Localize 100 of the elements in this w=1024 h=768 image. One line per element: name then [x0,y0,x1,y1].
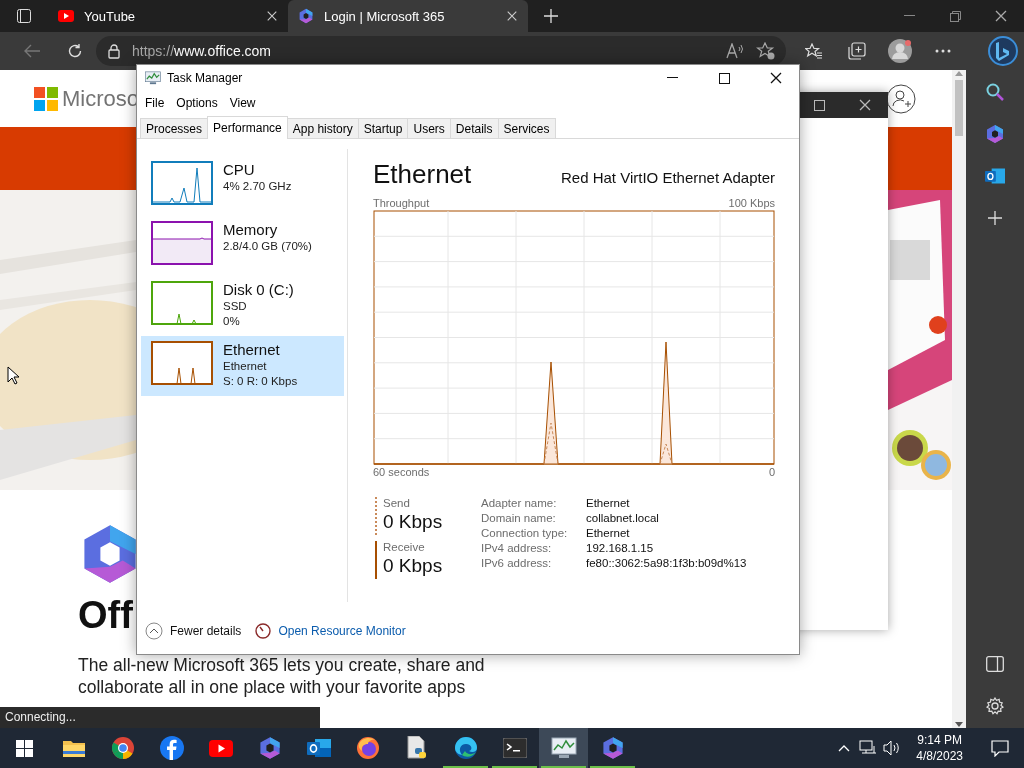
menu-item[interactable]: View [223,94,262,112]
hexagon-logo-icon [257,736,282,760]
resource-detail: SSD [223,299,248,314]
resource-name: Disk 0 (C:) [223,281,294,299]
minimize-icon [903,15,915,17]
detail-title: Ethernet [373,159,472,190]
property-label: Domain name: [481,512,557,524]
status-text: Connecting... [0,707,320,728]
page-heading: Off [78,593,133,638]
property-label: IPv6 address: [481,557,553,569]
pointer-icon [7,366,19,385]
settings-icon[interactable] [986,697,1004,715]
monitor-chart-icon [550,737,577,759]
stat-value: 0 Kbps [383,554,444,578]
tab[interactable]: App history [286,118,359,138]
round-browser-icon [111,737,134,759]
clock-time: 9:14 PM [917,732,962,748]
close-icon [506,10,518,22]
tab[interactable]: Services [497,118,556,138]
scrollbar[interactable] [952,70,966,728]
resource-detail: 0% [223,314,241,329]
favorites-icon[interactable] [804,43,823,59]
back-icon[interactable] [23,44,40,58]
resource-name: Memory [223,221,279,239]
maximize-icon [718,72,730,84]
axis-label: 100 Kbps [728,196,775,210]
fox-browser-icon [355,736,380,760]
stat-label: Receive [383,541,426,553]
graph-title: Throughput [373,196,430,210]
resource-detail: 2.8/4.0 GB (70%) [223,239,312,254]
monitor-chart-icon [145,71,161,85]
tab[interactable]: Users [407,118,451,138]
browser-tab[interactable]: YouTube [48,0,288,32]
resource-item[interactable]: CPU 4% 2.70 GHz [141,156,344,216]
read-aloud-icon[interactable] [726,43,744,59]
resource-item[interactable]: Disk 0 (C:) SSD 0% [141,276,344,336]
resource-name: CPU [223,161,256,179]
lock-icon [108,43,120,59]
stat-label: Send [383,497,411,509]
restore-icon[interactable] [949,10,961,22]
axis-label: 0 [768,465,775,479]
add-favorite-icon[interactable] [756,42,776,60]
resource-name: Ethernet [223,341,281,359]
script-file-icon [405,736,428,760]
resource-detail: Ethernet [223,359,268,374]
volume-icon[interactable] [883,740,902,756]
fewer-details-button[interactable]: Fewer details [145,622,242,640]
maximize-icon [813,99,825,111]
windows-squares-logo-icon [34,86,58,111]
tab[interactable]: Details [449,118,499,138]
notifications-icon[interactable] [990,739,1009,757]
clock-date: 4/8/2023 [916,748,963,764]
resource-monitor-link[interactable]: Open Resource Monitor [278,624,406,638]
property-value: Ethernet [586,497,631,509]
tab[interactable]: Startup [357,118,409,138]
hexagon-logo-icon [985,124,1005,144]
network-icon[interactable] [859,740,878,756]
tab[interactable]: Processes [140,118,209,138]
new-tab-icon[interactable] [544,9,558,23]
taskbar-button[interactable] [539,728,588,768]
tab[interactable]: Performance [207,116,288,139]
property-label: Adapter name: [481,497,558,509]
windows-logo-icon [16,739,33,757]
property-value: collabnet.local [586,512,660,524]
brand-name: Microso [62,85,139,112]
menu-item[interactable]: Options [170,94,224,112]
stat-value: 0 Kbps [383,510,444,534]
resource-detail: 4% 2.70 GHz [223,179,292,194]
property-value: fe80::3062:5a98:1f3b:b09d%13 [586,557,747,569]
hexagon-logo-icon [298,8,314,24]
close-icon [266,10,278,22]
terminal-icon [502,738,527,758]
scroll-thumb[interactable] [955,80,963,136]
collections-icon[interactable] [847,42,866,60]
property-value: 192.168.1.15 [586,542,655,554]
tab-actions-icon[interactable] [17,9,31,23]
chevron-up-circle-icon [145,622,163,640]
search-icon[interactable] [985,82,1005,102]
property-value: Ethernet [586,527,631,539]
play-logo-icon [58,10,74,22]
resource-item[interactable]: Memory 2.8/4.0 GB (70%) [141,216,344,276]
resource-detail: S: 0 R: 0 Kbps [223,374,298,389]
refresh-icon[interactable] [66,43,83,59]
resource-item[interactable]: Ethernet Ethernet S: 0 R: 0 Kbps [141,336,344,396]
gauge-icon [255,623,272,639]
chevron-up-icon[interactable] [838,744,851,752]
url-text: https://www.office.com [132,43,273,59]
add-person-icon[interactable] [886,83,916,114]
more-icon[interactable] [934,49,951,53]
mail-logo-icon[interactable] [985,166,1005,186]
add-icon[interactable] [987,210,1003,226]
clock[interactable]: 9:14 PM 4/8/2023 [904,728,975,768]
profile-avatar[interactable] [887,39,912,63]
address-bar[interactable]: https://www.office.com [96,36,786,66]
sidebar-panel-icon[interactable] [986,656,1004,672]
menu-item[interactable]: File [139,94,171,112]
close-icon [858,98,872,112]
hexagon-logo-icon [600,736,625,760]
folder-icon [62,739,85,757]
browser-tab[interactable]: Login | Microsoft 365 [288,0,528,32]
